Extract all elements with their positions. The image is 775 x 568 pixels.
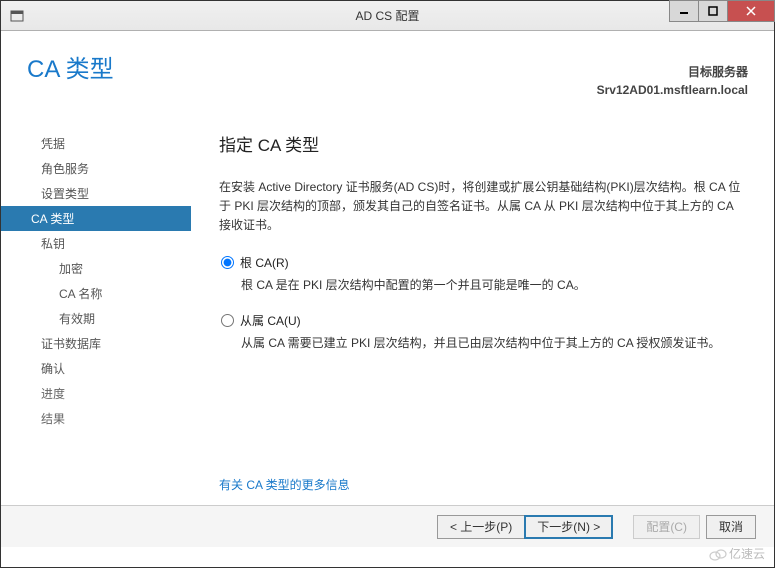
header: CA 类型 目标服务器 Srv12AD01.msftlearn.local	[1, 31, 774, 119]
nav-encryption[interactable]: 加密	[1, 256, 191, 281]
main-area: 凭据 角色服务 设置类型 CA 类型 私钥 加密 CA 名称 有效期 证书数据库…	[1, 119, 774, 505]
nav-private-key[interactable]: 私钥	[1, 231, 191, 256]
target-server-name: Srv12AD01.msftlearn.local	[597, 81, 748, 99]
target-label: 目标服务器	[597, 63, 748, 81]
window-controls	[669, 1, 774, 30]
nav-progress: 进度	[1, 381, 191, 406]
radio-root-ca-label: 根 CA(R)	[240, 254, 289, 271]
next-button[interactable]: 下一步(N) >	[524, 515, 613, 539]
close-button[interactable]	[727, 0, 775, 22]
nav-validity[interactable]: 有效期	[1, 306, 191, 331]
title-bar: AD CS 配置	[1, 1, 774, 31]
option-root-ca[interactable]: 根 CA(R)	[221, 254, 746, 271]
more-info-link[interactable]: 有关 CA 类型的更多信息	[219, 476, 350, 493]
nav-credentials[interactable]: 凭据	[1, 131, 191, 156]
window-title: AD CS 配置	[355, 7, 419, 24]
option-subordinate-ca[interactable]: 从属 CA(U)	[221, 312, 746, 329]
target-server-block: 目标服务器 Srv12AD01.msftlearn.local	[597, 63, 748, 99]
configure-button: 配置(C)	[633, 515, 700, 539]
app-icon	[7, 6, 27, 26]
nav-ca-type[interactable]: CA 类型	[1, 206, 191, 231]
nav-confirm[interactable]: 确认	[1, 356, 191, 381]
radio-subordinate-ca-label: 从属 CA(U)	[240, 312, 301, 329]
ca-type-options: 根 CA(R) 根 CA 是在 PKI 层次结构中配置的第一个并且可能是唯一的 …	[221, 254, 746, 352]
nav-role-services[interactable]: 角色服务	[1, 156, 191, 181]
previous-button[interactable]: < 上一步(P)	[437, 515, 524, 539]
nav-button-group: < 上一步(P) 下一步(N) >	[437, 515, 613, 539]
watermark: 亿速云	[709, 545, 765, 562]
wizard-sidebar: 凭据 角色服务 设置类型 CA 类型 私钥 加密 CA 名称 有效期 证书数据库…	[1, 119, 191, 505]
radio-root-ca[interactable]	[221, 256, 234, 269]
wizard-footer: < 上一步(P) 下一步(N) > 配置(C) 取消	[1, 505, 774, 547]
content-pane: 指定 CA 类型 在安装 Active Directory 证书服务(AD CS…	[191, 119, 774, 505]
nav-setup-type[interactable]: 设置类型	[1, 181, 191, 206]
radio-subordinate-ca[interactable]	[221, 314, 234, 327]
maximize-button[interactable]	[698, 0, 728, 22]
nav-cert-db[interactable]: 证书数据库	[1, 331, 191, 356]
content-heading: 指定 CA 类型	[219, 131, 746, 156]
content-description: 在安装 Active Directory 证书服务(AD CS)时，将创建或扩展…	[219, 178, 746, 236]
minimize-button[interactable]	[669, 0, 699, 22]
radio-subordinate-ca-desc: 从属 CA 需要已建立 PKI 层次结构，并且已由层次结构中位于其上方的 CA …	[241, 334, 746, 352]
radio-root-ca-desc: 根 CA 是在 PKI 层次结构中配置的第一个并且可能是唯一的 CA。	[241, 276, 746, 294]
nav-ca-name[interactable]: CA 名称	[1, 281, 191, 306]
cancel-button[interactable]: 取消	[706, 515, 756, 539]
nav-result: 结果	[1, 406, 191, 431]
